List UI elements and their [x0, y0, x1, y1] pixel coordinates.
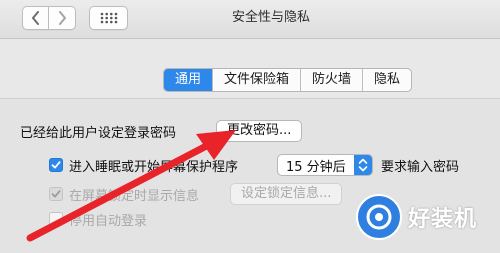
watermark-text: 好装机: [408, 207, 478, 232]
disable-auto-login-checkbox[interactable]: [49, 212, 63, 226]
password-delay-select[interactable]: 15 分钟后: [277, 154, 373, 176]
window-title: 安全性与隐私: [232, 10, 311, 25]
watermark: 好装机: [356, 194, 477, 240]
set-lock-message-button[interactable]: 设定锁定信息...: [230, 183, 343, 205]
password-delay-value: 15 分钟后: [286, 159, 346, 175]
require-password-checkbox[interactable]: [49, 158, 63, 172]
tab-general[interactable]: 通用: [164, 69, 214, 91]
show-message-checkbox[interactable]: [49, 187, 63, 201]
tab-bar: 通用 文件保险箱 防火墙 隐私: [163, 68, 413, 92]
checkmark-icon: [51, 161, 61, 169]
tab-filevault[interactable]: 文件保险箱: [213, 69, 302, 91]
watermark-logo-icon: [356, 194, 402, 240]
window-titlebar: 安全性与隐私: [0, 0, 500, 39]
tab-privacy[interactable]: 隐私: [363, 69, 411, 91]
change-password-button[interactable]: 更改密码...: [216, 120, 303, 142]
checkmark-icon: [51, 190, 61, 198]
select-arrows-icon: [354, 155, 372, 175]
tab-firewall[interactable]: 防火墙: [301, 69, 364, 91]
disable-auto-login-label: 停用自动登录: [69, 214, 148, 229]
require-password-label: 进入睡眠或开始屏幕保护程序: [69, 160, 239, 175]
require-password-suffix: 要求输入密码: [381, 160, 460, 175]
password-set-label: 已经给此用户设定登录密码: [20, 126, 177, 141]
show-message-label: 在屏幕锁定时显示信息: [69, 189, 200, 204]
